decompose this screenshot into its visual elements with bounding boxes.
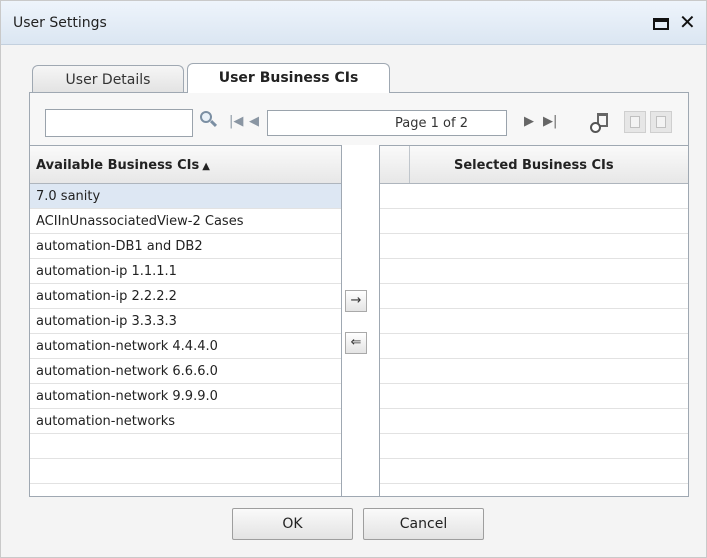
cancel-button[interactable]: Cancel <box>363 508 484 540</box>
empty-row <box>380 384 688 409</box>
available-cis-rows: 7.0 sanity ACIInUnassociatedView-2 Cases a… <box>30 184 341 484</box>
business-cis-panel: |◀ ◀ Page 1 of 2 ▶ ▶| Available Business… <box>29 92 689 497</box>
empty-row <box>380 259 688 284</box>
list-item[interactable]: automation-network 4.4.4.0 <box>30 334 341 359</box>
empty-row <box>380 309 688 334</box>
next-page-icon[interactable]: ▶ <box>524 113 534 131</box>
paging-toolbar: |◀ ◀ Page 1 of 2 ▶ ▶| <box>30 93 688 145</box>
empty-row <box>380 434 688 459</box>
selected-cis-header-label: Selected Business CIs <box>454 158 614 173</box>
user-settings-dialog: User Settings ✕ User Details User Busine… <box>0 0 707 558</box>
list-item[interactable]: automation-ip 1.1.1.1 <box>30 259 341 284</box>
available-cis-header-label: Available Business CIs <box>36 158 200 173</box>
search-input[interactable] <box>45 109 193 137</box>
available-cis-header[interactable]: Available Business CIs ▲ <box>30 146 341 184</box>
empty-row <box>380 209 688 234</box>
empty-row <box>380 359 688 384</box>
selected-cis-rows <box>380 184 688 484</box>
add-to-selected-button[interactable]: → <box>345 290 367 312</box>
empty-row <box>380 334 688 359</box>
page-indicator: Page 1 of 2 <box>267 110 507 136</box>
tab-user-details-label: User Details <box>65 72 151 88</box>
list-item[interactable]: automation-networks <box>30 409 341 434</box>
sort-ascending-icon: ▲ <box>202 161 210 172</box>
tab-user-details[interactable]: User Details <box>32 65 184 92</box>
selected-cis-header: Selected Business CIs <box>380 146 688 184</box>
prev-page-icon[interactable]: ◀ <box>249 113 259 131</box>
list-item[interactable]: ACIInUnassociatedView-2 Cases <box>30 209 341 234</box>
list-item[interactable]: automation-ip 2.2.2.2 <box>30 284 341 309</box>
list-item[interactable]: automation-DB1 and DB2 <box>30 234 341 259</box>
empty-row <box>380 284 688 309</box>
selected-cis-list: Selected Business CIs <box>379 145 688 496</box>
empty-row <box>380 234 688 259</box>
dialog-titlebar: User Settings ✕ <box>1 1 706 45</box>
search-icon[interactable] <box>200 111 218 129</box>
export-icon[interactable] <box>624 111 646 133</box>
selection-column <box>380 146 410 183</box>
remove-from-selected-button[interactable]: ⇐ <box>345 332 367 354</box>
list-item[interactable]: automation-network 6.6.6.0 <box>30 359 341 384</box>
list-item[interactable]: automation-network 9.9.9.0 <box>30 384 341 409</box>
list-item[interactable]: 7.0 sanity <box>30 184 341 209</box>
list-item[interactable]: automation-ip 3.3.3.3 <box>30 309 341 334</box>
first-page-icon[interactable]: |◀ <box>229 113 243 131</box>
tab-user-business-cis-label: User Business CIs <box>218 70 359 86</box>
empty-row <box>30 434 341 459</box>
empty-row <box>30 459 341 484</box>
export-icon[interactable] <box>650 111 672 133</box>
empty-row <box>380 409 688 434</box>
dialog-title: User Settings <box>13 15 107 31</box>
maximize-icon[interactable] <box>653 18 669 30</box>
empty-row <box>380 459 688 484</box>
close-icon[interactable]: ✕ <box>679 11 696 33</box>
available-cis-list: Available Business CIs ▲ 7.0 sanity ACIInU… <box>30 145 342 496</box>
ok-button[interactable]: OK <box>232 508 353 540</box>
clear-history-icon[interactable] <box>590 110 614 134</box>
last-page-icon[interactable]: ▶| <box>543 113 557 131</box>
tab-user-business-cis[interactable]: User Business CIs <box>187 63 390 93</box>
empty-row <box>380 184 688 209</box>
